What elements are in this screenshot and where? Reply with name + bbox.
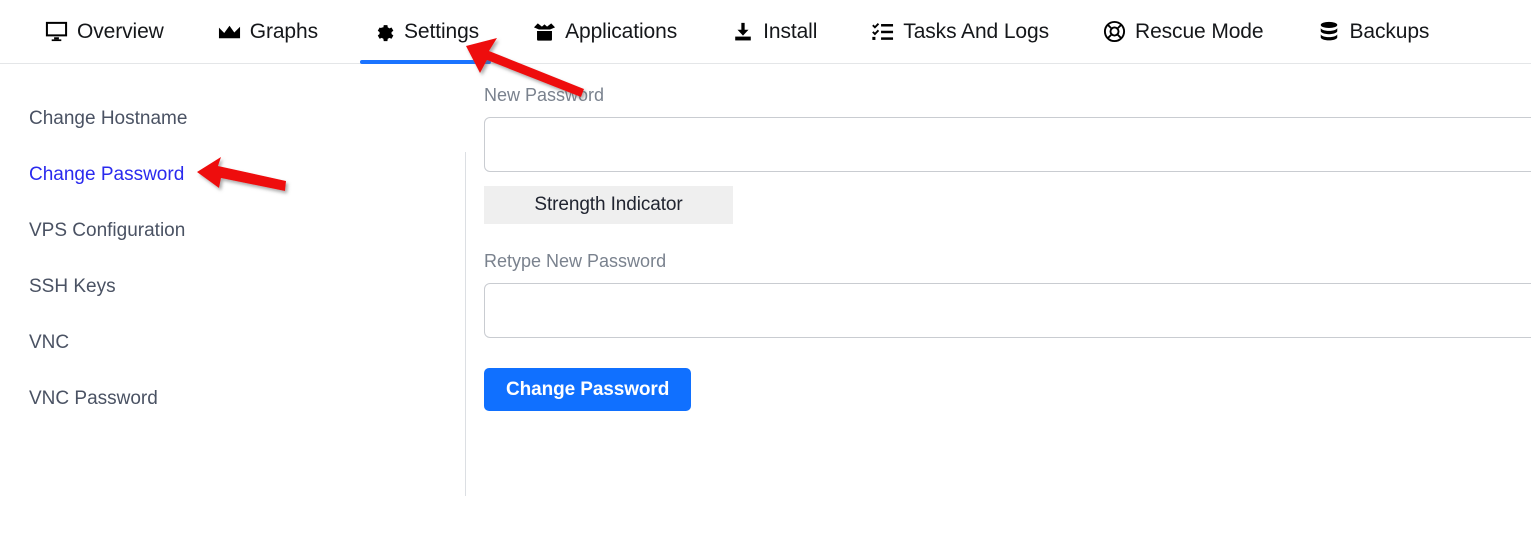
- nav-tab-label: Rescue Mode: [1135, 20, 1264, 43]
- retype-password-label: Retype New Password: [484, 251, 667, 271]
- retype-password-input[interactable]: [484, 283, 1531, 338]
- gear-icon: [372, 20, 395, 43]
- nav-tab-overview[interactable]: Overview: [30, 0, 179, 63]
- sidebar-item-change-password[interactable]: Change Password: [0, 146, 465, 202]
- change-password-submit-button[interactable]: Change Password: [484, 368, 692, 411]
- sidebar-item-label: VPS Configuration: [29, 219, 186, 241]
- nav-tab-settings[interactable]: Settings: [357, 0, 494, 64]
- open-box-icon: [533, 20, 556, 43]
- sidebar-item-label: Change Password: [29, 163, 185, 185]
- password-strength-indicator: Strength Indicator: [484, 186, 733, 224]
- checklist-icon: [871, 20, 894, 43]
- sidebar-item-label: VNC: [29, 331, 70, 353]
- sidebar-item-vnc-password[interactable]: VNC Password: [0, 370, 465, 426]
- settings-side-menu: Change Hostname Change Password VPS Conf…: [0, 64, 465, 535]
- nav-tab-label: Graphs: [249, 20, 318, 43]
- change-password-form: New Password Strength Indicator Retype N…: [465, 64, 1531, 535]
- life-ring-icon: [1103, 20, 1126, 43]
- sidebar-item-vnc[interactable]: VNC: [0, 314, 465, 370]
- nav-tab-applications[interactable]: Applications: [518, 0, 692, 63]
- nav-tab-label: Tasks And Logs: [903, 20, 1049, 43]
- nav-tab-label: Overview: [77, 20, 164, 43]
- sidebar-item-label: VNC Password: [29, 387, 158, 409]
- nav-tab-rescue-mode[interactable]: Rescue Mode: [1088, 0, 1278, 63]
- settings-page-body: Change Hostname Change Password VPS Conf…: [0, 64, 1531, 535]
- new-password-label: New Password: [484, 85, 605, 105]
- main-navigation-bar: Overview Graphs Settings Applications In…: [0, 0, 1531, 64]
- nav-tab-install[interactable]: Install: [716, 0, 832, 63]
- nav-tab-label: Install: [763, 20, 818, 43]
- chart-area-icon: [218, 20, 241, 43]
- nav-tab-label: Settings: [403, 20, 480, 43]
- nav-tab-label: Applications: [565, 20, 678, 43]
- download-icon: [731, 20, 754, 43]
- sidebar-item-label: SSH Keys: [29, 275, 116, 297]
- nav-tab-graphs[interactable]: Graphs: [203, 0, 333, 63]
- monitor-icon: [45, 20, 68, 43]
- new-password-input[interactable]: [484, 117, 1531, 172]
- nav-tab-label: Backups: [1349, 20, 1430, 43]
- nav-tab-backups[interactable]: Backups: [1302, 0, 1444, 63]
- password-strength-indicator-label: Strength Indicator: [534, 194, 683, 215]
- sidebar-item-ssh-keys[interactable]: SSH Keys: [0, 258, 465, 314]
- sidebar-item-change-hostname[interactable]: Change Hostname: [0, 90, 465, 146]
- database-icon: [1317, 20, 1340, 43]
- sidebar-item-label: Change Hostname: [29, 107, 188, 129]
- nav-tab-tasks-and-logs[interactable]: Tasks And Logs: [856, 0, 1064, 63]
- sidebar-item-vps-configuration[interactable]: VPS Configuration: [0, 202, 465, 258]
